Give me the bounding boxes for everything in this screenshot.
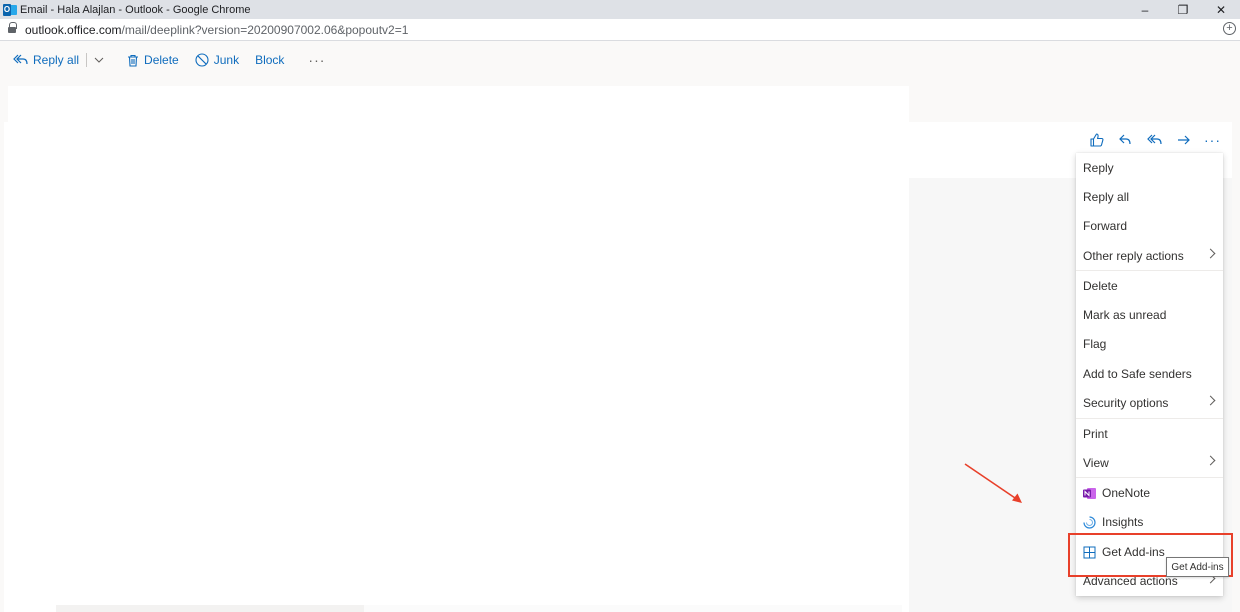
outlook-app-icon: O <box>3 3 17 17</box>
menu-item-reply[interactable]: Reply <box>1076 154 1223 182</box>
menu-item-security-options[interactable]: Security options <box>1076 389 1223 417</box>
menu-item-flag[interactable]: Flag <box>1076 330 1223 358</box>
add-tab-icon[interactable]: + <box>1223 22 1236 35</box>
block-button[interactable]: Block <box>255 48 284 72</box>
menu-item-label: Other reply actions <box>1083 249 1184 263</box>
minimize-button[interactable]: – <box>1126 0 1164 19</box>
menu-item-insights[interactable]: Insights <box>1076 508 1223 536</box>
reply-all-icon <box>13 54 28 65</box>
reply-icon <box>1119 134 1131 145</box>
menu-item-label: Add to Safe senders <box>1083 367 1192 381</box>
menu-item-other-reply-actions[interactable]: Other reply actions <box>1076 242 1223 270</box>
annotation-arrow <box>964 463 1022 503</box>
url-path: /mail/deeplink?version=20200907002.06&po… <box>121 22 409 37</box>
chevron-down-icon <box>94 57 104 63</box>
menu-divider <box>1076 270 1223 271</box>
like-button[interactable] <box>1082 130 1111 150</box>
reply-all-button[interactable]: Reply all <box>13 48 79 72</box>
reading-pane-header <box>8 86 909 126</box>
tooltip: Get Add-ins <box>1166 557 1229 577</box>
menu-item-label: Forward <box>1083 219 1128 233</box>
more-actions-button[interactable]: ··· <box>1198 130 1227 150</box>
close-button[interactable]: ✕ <box>1202 0 1240 19</box>
delete-button[interactable]: Delete <box>127 48 179 72</box>
menu-item-label: View <box>1083 456 1109 470</box>
block-circle-icon <box>195 53 209 67</box>
junk-label: Junk <box>213 53 240 67</box>
trash-icon <box>128 54 139 67</box>
menu-item-mark-unread[interactable]: Mark as unread <box>1076 301 1223 329</box>
toolbar-more-button[interactable]: ··· <box>308 48 325 72</box>
menu-item-add-safe-senders[interactable]: Add to Safe senders <box>1076 360 1223 388</box>
menu-item-label: Insights <box>1102 515 1144 529</box>
chevron-right-icon <box>1205 248 1216 259</box>
menu-item-forward[interactable]: Forward <box>1076 212 1223 240</box>
menu-item-label: Print <box>1083 427 1108 441</box>
reply-all-label: Reply all <box>33 53 80 67</box>
menu-item-label: Reply all <box>1083 190 1130 204</box>
lock-icon <box>8 22 17 34</box>
menu-item-label: Mark as unread <box>1083 308 1167 322</box>
menu-item-label: OneNote <box>1102 486 1151 500</box>
delete-label: Delete <box>144 53 179 67</box>
reply-all-action-button[interactable] <box>1140 130 1169 150</box>
toolbar-divider <box>86 53 88 67</box>
onenote-icon <box>1083 487 1096 500</box>
reply-all-icon <box>1147 134 1162 145</box>
window-title: Email - Hala Alajlan - Outlook - Google … <box>20 3 251 16</box>
url-domain: outlook.office.com <box>25 22 122 37</box>
more-actions-menu: Reply Reply all Forward Other reply acti… <box>1076 153 1223 596</box>
message-toolbar: Reply all Delete Junk Block ··· <box>0 41 1240 79</box>
menu-divider <box>1076 477 1223 478</box>
menu-item-label: Reply <box>1083 161 1114 175</box>
block-label: Block <box>255 53 285 67</box>
menu-item-onenote[interactable]: OneNote <box>1076 479 1223 507</box>
insights-icon <box>1083 515 1096 529</box>
menu-item-view[interactable]: View <box>1076 449 1223 477</box>
menu-item-delete[interactable]: Delete <box>1076 272 1223 300</box>
bottom-strip <box>56 605 364 612</box>
chevron-right-icon <box>1205 395 1216 406</box>
menu-divider <box>1076 418 1223 419</box>
url-text[interactable]: outlook.office.com/mail/deeplink?version… <box>25 23 408 37</box>
address-bar[interactable]: outlook.office.com/mail/deeplink?version… <box>0 19 1240 41</box>
menu-item-print[interactable]: Print <box>1076 420 1223 448</box>
menu-item-label: Delete <box>1083 279 1118 293</box>
menu-item-label: Security options <box>1083 396 1169 410</box>
chevron-right-icon <box>1205 455 1216 466</box>
junk-button[interactable]: Junk <box>195 48 239 72</box>
message-actions: ··· <box>1082 130 1227 150</box>
thumbs-up-icon <box>1089 133 1103 147</box>
menu-item-label: Flag <box>1083 337 1107 351</box>
window-title-bar: O Email - Hala Alajlan - Outlook - Googl… <box>0 0 1240 19</box>
forward-button[interactable] <box>1169 130 1198 150</box>
reply-button[interactable] <box>1111 130 1140 150</box>
menu-item-reply-all[interactable]: Reply all <box>1076 183 1223 211</box>
maximize-button[interactable]: ❐ <box>1164 0 1202 19</box>
forward-arrow-icon <box>1177 135 1190 145</box>
reply-options-dropdown[interactable] <box>94 48 109 72</box>
bottom-strip-right <box>364 605 902 612</box>
